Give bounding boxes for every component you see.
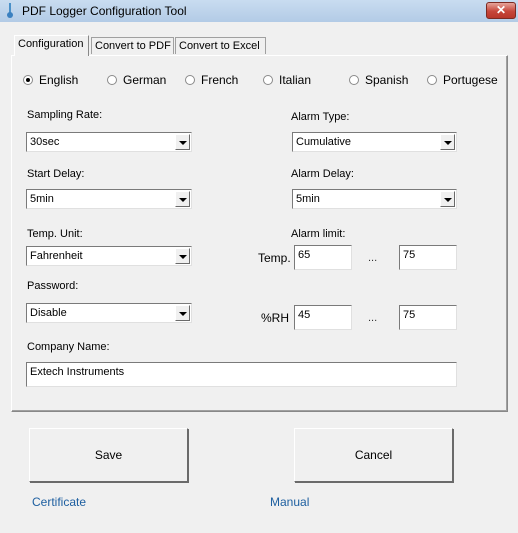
tab-configuration[interactable]: Configuration bbox=[14, 35, 89, 56]
select-value: Cumulative bbox=[296, 136, 352, 148]
tab-convert-to-pdf[interactable]: Convert to PDF bbox=[91, 37, 174, 54]
cancel-button[interactable]: Cancel bbox=[294, 428, 453, 482]
company-name-input[interactable]: Extech Instruments bbox=[26, 362, 457, 387]
chevron-down-icon[interactable] bbox=[440, 134, 455, 150]
thermometer-icon bbox=[7, 3, 13, 18]
temp-low-input[interactable]: 65 bbox=[294, 245, 352, 270]
window-title: PDF Logger Configuration Tool bbox=[22, 4, 187, 18]
select-value: 5min bbox=[296, 193, 320, 205]
radio-icon bbox=[427, 75, 437, 85]
close-icon: ✕ bbox=[495, 3, 507, 17]
radio-italian[interactable]: Italian bbox=[263, 73, 311, 87]
radio-portugese[interactable]: Portugese bbox=[427, 73, 498, 87]
radio-label: Italian bbox=[279, 73, 312, 87]
radio-checked-icon bbox=[23, 75, 33, 85]
radio-english[interactable]: English bbox=[23, 73, 78, 87]
sampling-rate-select[interactable]: 30sec bbox=[26, 132, 192, 152]
alarm-delay-label: Alarm Delay: bbox=[291, 168, 354, 180]
manual-link[interactable]: Manual bbox=[270, 495, 309, 509]
radio-label: Portugese bbox=[443, 73, 498, 87]
rh-limit-label: %RH bbox=[261, 311, 290, 325]
temp-unit-select[interactable]: Fahrenheit bbox=[26, 246, 192, 266]
start-delay-select[interactable]: 5min bbox=[26, 189, 192, 209]
chevron-down-icon[interactable] bbox=[175, 134, 190, 150]
radio-icon bbox=[107, 75, 117, 85]
certificate-link[interactable]: Certificate bbox=[32, 495, 86, 509]
chevron-down-icon[interactable] bbox=[175, 248, 190, 264]
chevron-down-icon[interactable] bbox=[440, 191, 455, 207]
temp-limit-label: Temp. bbox=[258, 251, 291, 265]
radio-icon bbox=[263, 75, 273, 85]
tab-convert-to-excel[interactable]: Convert to Excel bbox=[175, 37, 266, 54]
chevron-down-icon[interactable] bbox=[175, 305, 190, 321]
start-delay-label: Start Delay: bbox=[27, 168, 85, 180]
radio-icon bbox=[185, 75, 195, 85]
chevron-down-icon[interactable] bbox=[175, 191, 190, 207]
save-button[interactable]: Save bbox=[29, 428, 188, 482]
temp-high-input[interactable]: 75 bbox=[399, 245, 457, 270]
save-button-label: Save bbox=[94, 448, 123, 462]
rh-high-input[interactable]: 75 bbox=[399, 305, 457, 330]
password-select[interactable]: Disable bbox=[26, 303, 192, 323]
tab-label: Convert to Excel bbox=[179, 40, 260, 52]
radio-french[interactable]: French bbox=[185, 73, 238, 87]
radio-label: French bbox=[201, 73, 239, 87]
company-name-label: Company Name: bbox=[27, 341, 110, 353]
cancel-button-label: Cancel bbox=[354, 448, 393, 462]
alarm-type-label: Alarm Type: bbox=[291, 111, 350, 123]
temp-unit-label: Temp. Unit: bbox=[27, 228, 83, 240]
sampling-rate-label: Sampling Rate: bbox=[27, 109, 103, 121]
alarm-limit-label: Alarm limit: bbox=[291, 228, 346, 240]
radio-icon bbox=[349, 75, 359, 85]
title-bar: PDF Logger Configuration Tool ✕ bbox=[0, 0, 518, 22]
select-value: Disable bbox=[30, 307, 67, 319]
alarm-type-select[interactable]: Cumulative bbox=[292, 132, 457, 152]
close-button[interactable]: ✕ bbox=[486, 2, 516, 19]
select-value: Fahrenheit bbox=[30, 250, 83, 262]
radio-spanish[interactable]: Spanish bbox=[349, 73, 408, 87]
tab-label: Convert to PDF bbox=[95, 40, 171, 52]
radio-label: German bbox=[123, 73, 167, 87]
rh-low-input[interactable]: 45 bbox=[294, 305, 352, 330]
select-value: 30sec bbox=[30, 136, 60, 148]
radio-german[interactable]: German bbox=[107, 73, 166, 87]
range-separator: ... bbox=[368, 252, 378, 264]
password-label: Password: bbox=[27, 280, 79, 292]
range-separator: ... bbox=[368, 312, 378, 324]
radio-label: English bbox=[39, 73, 79, 87]
tab-label: Configuration bbox=[18, 38, 84, 50]
select-value: 5min bbox=[30, 193, 54, 205]
alarm-delay-select[interactable]: 5min bbox=[292, 189, 457, 209]
radio-label: Spanish bbox=[365, 73, 409, 87]
